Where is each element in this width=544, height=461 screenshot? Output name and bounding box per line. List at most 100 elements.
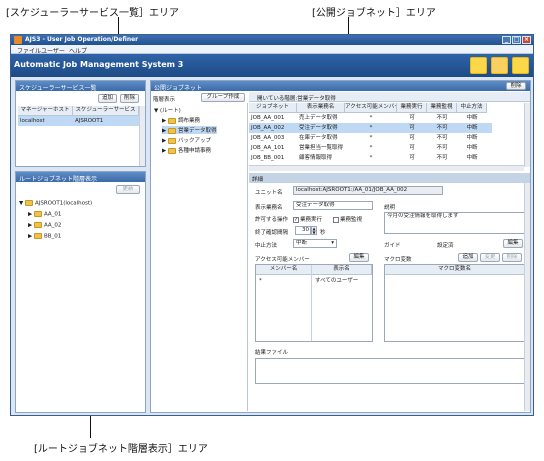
- user-icon[interactable]: [470, 57, 487, 74]
- root-jobnet-panel: ルートジョブネット階層表示 更新 ▼ AJSROOT1(localhost) ▶…: [15, 171, 146, 413]
- guide-edit-button[interactable]: 編集: [503, 239, 523, 248]
- monitor-cell: 不可: [436, 135, 448, 141]
- display-name-input[interactable]: 受注データ取得: [293, 201, 373, 210]
- table-row[interactable]: JOB_BB_001 顧客情報取得 * 可 不可 中断: [249, 153, 492, 163]
- tree-item[interactable]: ▶ 調布業務: [162, 116, 200, 124]
- column-header-scheduler-service[interactable]: スケジューラーサービス: [73, 106, 139, 116]
- public-panel-title: 公開ジョブネット: [151, 81, 530, 91]
- detail-title: 詳細: [252, 177, 264, 183]
- delete-scheduler-button[interactable]: 削除: [120, 94, 139, 103]
- expand-icon[interactable]: ▶: [28, 223, 32, 229]
- macro-change-button[interactable]: 変更: [480, 253, 500, 262]
- tree-item-label: BB_01: [43, 233, 62, 240]
- execute-checkbox[interactable]: ✓ 業務実行: [293, 215, 322, 223]
- execute-cell: 可: [409, 135, 415, 141]
- expand-icon[interactable]: ▶: [162, 118, 166, 124]
- column-header-access-members[interactable]: アクセス可能メンバー: [345, 103, 397, 113]
- table-row[interactable]: JOB_AA_003 在庫データ取得 * 可 不可 中断: [249, 133, 492, 143]
- column-header-jobnet[interactable]: ジョブネット: [249, 103, 297, 113]
- tree-item[interactable]: ▶ バックアップ: [162, 136, 211, 144]
- table-row[interactable]: JOB_AA_101 営業担当一覧取得 * 可 不可 中断: [249, 143, 492, 153]
- unit-name-label: ユニット名: [255, 190, 283, 196]
- tree-item-label: AA_02: [43, 222, 62, 229]
- monitor-cell: 不可: [436, 115, 448, 121]
- folder-icon: [33, 233, 42, 239]
- collapse-icon[interactable]: ▼: [154, 108, 158, 114]
- tree-item-selected[interactable]: ▶ 営業データ取得: [162, 126, 217, 134]
- access-members-cell: *: [369, 125, 373, 131]
- callout-public-jobnet-area: [公開ジョブネット］エリア: [312, 8, 436, 19]
- folder-icon: [167, 117, 176, 124]
- member-table: メンバー名 表示名 * すべてのユーザー: [255, 264, 373, 342]
- execute-cell: 可: [409, 145, 415, 151]
- update-button[interactable]: 更新: [116, 185, 140, 194]
- checkbox-checked-icon[interactable]: ✓: [293, 216, 299, 223]
- minimize-icon[interactable]: _: [502, 36, 511, 44]
- access-edit-button[interactable]: 編集: [349, 253, 369, 262]
- add-scheduler-button[interactable]: 追加: [98, 94, 117, 103]
- close-icon[interactable]: ×: [522, 36, 531, 44]
- jobnet-table-body: JOB_AA_001 売上データ取得 * 可不可 中断 JOB_AA_002 受注データ取得…: [249, 113, 492, 165]
- collapse-icon[interactable]: ▼: [19, 201, 23, 207]
- column-header-monitor[interactable]: 業務監視: [427, 103, 457, 113]
- maximize-icon[interactable]: □: [512, 36, 521, 44]
- display-name-cell: 受注データ取得: [299, 125, 338, 131]
- tree-item[interactable]: ▶ AA_01: [28, 211, 61, 218]
- execute-checkbox-label: 業務実行: [300, 217, 323, 223]
- tree-item[interactable]: ▶ BB_01: [28, 233, 61, 240]
- expand-icon[interactable]: ▶: [28, 212, 32, 218]
- jobnet-cell: JOB_AA_003: [251, 135, 285, 141]
- table-row[interactable]: JOB_AA_002 受注データ取得 * 可 不可 中断: [249, 123, 492, 133]
- users-icon[interactable]: [491, 57, 508, 74]
- column-header-abort[interactable]: 中止方法: [457, 103, 487, 113]
- settings-icon[interactable]: [512, 57, 529, 74]
- macro-delete-button[interactable]: 削除: [502, 253, 522, 262]
- description-label: 説明: [384, 205, 396, 211]
- delete-public-button[interactable]: 削除: [506, 82, 526, 90]
- column-header-display-name[interactable]: 表示業務名: [297, 103, 345, 113]
- vertical-scrollbar[interactable]: [524, 183, 530, 411]
- result-file-textarea[interactable]: [255, 358, 526, 384]
- checkbox-unchecked-icon[interactable]: [333, 216, 339, 223]
- spinner-icon[interactable]: ▲ ▼: [311, 226, 317, 235]
- jobnet-cell: JOB_BB_001: [251, 155, 285, 161]
- tree-root-label: AJSROOT1(localhost): [34, 200, 93, 207]
- column-header-member-display[interactable]: 表示名: [312, 265, 372, 275]
- tree-root-node[interactable]: ▼ (ルート): [154, 106, 181, 114]
- confirm-interval-unit: 秒: [320, 230, 326, 236]
- abort-cell: 中断: [466, 145, 478, 151]
- callout-root-jobnet-area: [ルートジョブネット階層表示］エリア: [34, 444, 208, 455]
- vertical-scrollbar[interactable]: [524, 103, 530, 167]
- column-header-execute[interactable]: 業務実行: [397, 103, 427, 113]
- table-row[interactable]: JOB_AA_001 売上データ取得 * 可 不可 中断: [249, 113, 492, 123]
- column-header-manager-host[interactable]: マネージャーホスト: [18, 106, 73, 116]
- horizontal-scrollbar[interactable]: [249, 165, 524, 171]
- open-path-bar: 開いている階層:営業データ取得: [249, 92, 530, 102]
- vertical-scrollbar[interactable]: [139, 106, 145, 166]
- permitted-operations-label: 許可する操作: [255, 217, 289, 223]
- expand-icon[interactable]: ▶: [162, 138, 166, 144]
- expand-icon[interactable]: ▶: [28, 234, 32, 240]
- window-title: AJS3 - User Job Operation/Definer: [25, 36, 139, 43]
- confirm-interval-input[interactable]: 30: [295, 226, 311, 235]
- tree-item[interactable]: ▶ AA_02: [28, 222, 61, 229]
- tree-item-label: バックアップ: [177, 138, 211, 144]
- jobnet-cell: JOB_AA_002: [251, 125, 285, 131]
- execute-cell: 可: [409, 125, 415, 131]
- description-textarea[interactable]: 今月の受注情報を取得します: [384, 212, 526, 234]
- macro-add-button[interactable]: 追加: [458, 253, 478, 262]
- monitor-checkbox-label: 業務監視: [340, 217, 363, 223]
- column-header-macro-name[interactable]: マクロ変数名: [385, 265, 525, 275]
- abort-method-select[interactable]: 中断 ▾: [293, 239, 337, 248]
- tree-root-node[interactable]: ▼ AJSROOT1(localhost): [19, 200, 92, 207]
- title-bar: AJS3 - User Job Operation/Definer _ □ ×: [11, 35, 533, 45]
- tree-item-label: 各種申請事務: [177, 148, 211, 154]
- column-header-member-name[interactable]: メンバー名: [256, 265, 312, 275]
- expand-icon[interactable]: ▶: [162, 148, 166, 154]
- banner-title: Automatic Job Management System 3: [14, 60, 184, 69]
- create-group-button[interactable]: グループ作成: [201, 93, 245, 102]
- expand-icon[interactable]: ▶: [162, 128, 166, 134]
- tree-item[interactable]: ▶ 各種申請事務: [162, 146, 211, 154]
- monitor-checkbox[interactable]: 業務監視: [333, 215, 362, 223]
- confirm-interval-label: 終了確認間隔: [255, 230, 289, 236]
